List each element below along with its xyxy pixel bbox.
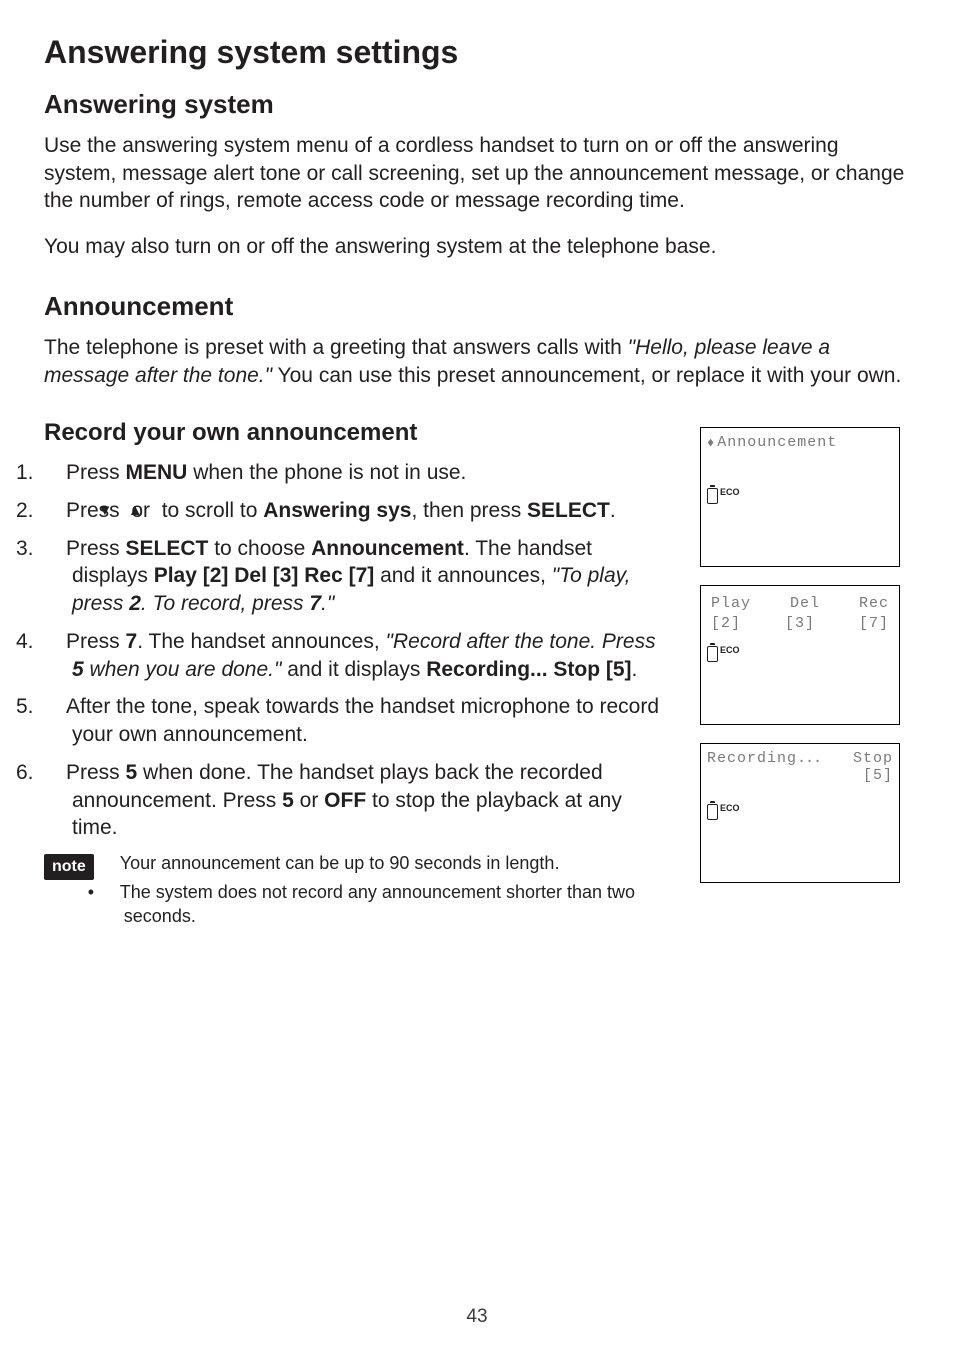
heading-announcement: Announcement [44, 291, 910, 322]
screen-text-b5: [5] [707, 767, 893, 784]
step-item: 3.Press SELECT to choose Announcement. T… [44, 535, 672, 618]
note-item: •The system does not record any announce… [104, 881, 672, 928]
step-item: 6.Press 5 when done. The handset plays b… [44, 759, 672, 842]
note-list: •Your announcement can be up to 90 secon… [104, 852, 672, 934]
screen-text-del: Del [790, 595, 820, 612]
step-item: 2.Press ▼ or ▲ to scroll to Answering sy… [44, 497, 672, 525]
updown-arrow-icon: ♦ [707, 436, 715, 449]
battery-icon [707, 488, 718, 504]
battery-icon [707, 646, 718, 662]
screen-text-b2: [2] [711, 615, 741, 632]
handset-screen-play-del-rec: Play Del Rec [2] [3] [7] ECO [700, 585, 900, 725]
note-block: note •Your announcement can be up to 90 … [44, 852, 672, 934]
step-item: 5.After the tone, speak towards the hand… [44, 693, 672, 748]
step-item: 4.Press 7. The handset announces, "Recor… [44, 628, 672, 683]
screen-text-rec: Rec [859, 595, 889, 612]
eco-label: ECO [720, 803, 740, 813]
page-number: 43 [0, 1306, 954, 1328]
eco-label: ECO [720, 487, 740, 497]
announcement-para: The telephone is preset with a greeting … [44, 334, 910, 389]
answering-para-1: Use the answering system menu of a cordl… [44, 132, 910, 215]
handset-screen-recording: Recording... Stop [5] ECO [700, 743, 900, 883]
screen-text-stop: Stop [853, 750, 893, 767]
answering-para-2: You may also turn on or off the answerin… [44, 233, 910, 261]
screen-text-announcement: Announcement [717, 434, 837, 451]
step-item: 1.Press MENU when the phone is not in us… [44, 459, 672, 487]
note-item: •Your announcement can be up to 90 secon… [104, 852, 672, 875]
screen-text-b7: [7] [859, 615, 889, 632]
page-title: Answering system settings [44, 34, 910, 71]
steps-list: 1.Press MENU when the phone is not in us… [44, 459, 672, 842]
heading-record-announcement: Record your own announcement [44, 419, 672, 447]
heading-answering-system: Answering system [44, 89, 910, 120]
eco-label: ECO [720, 645, 740, 655]
battery-icon [707, 804, 718, 820]
note-badge: note [44, 854, 94, 880]
screen-text-play: Play [711, 595, 751, 612]
screen-text-recording: Recording... [707, 750, 821, 767]
screen-text-b3: [3] [785, 615, 815, 632]
handset-screen-announcement: ♦ Announcement ECO [700, 427, 900, 567]
